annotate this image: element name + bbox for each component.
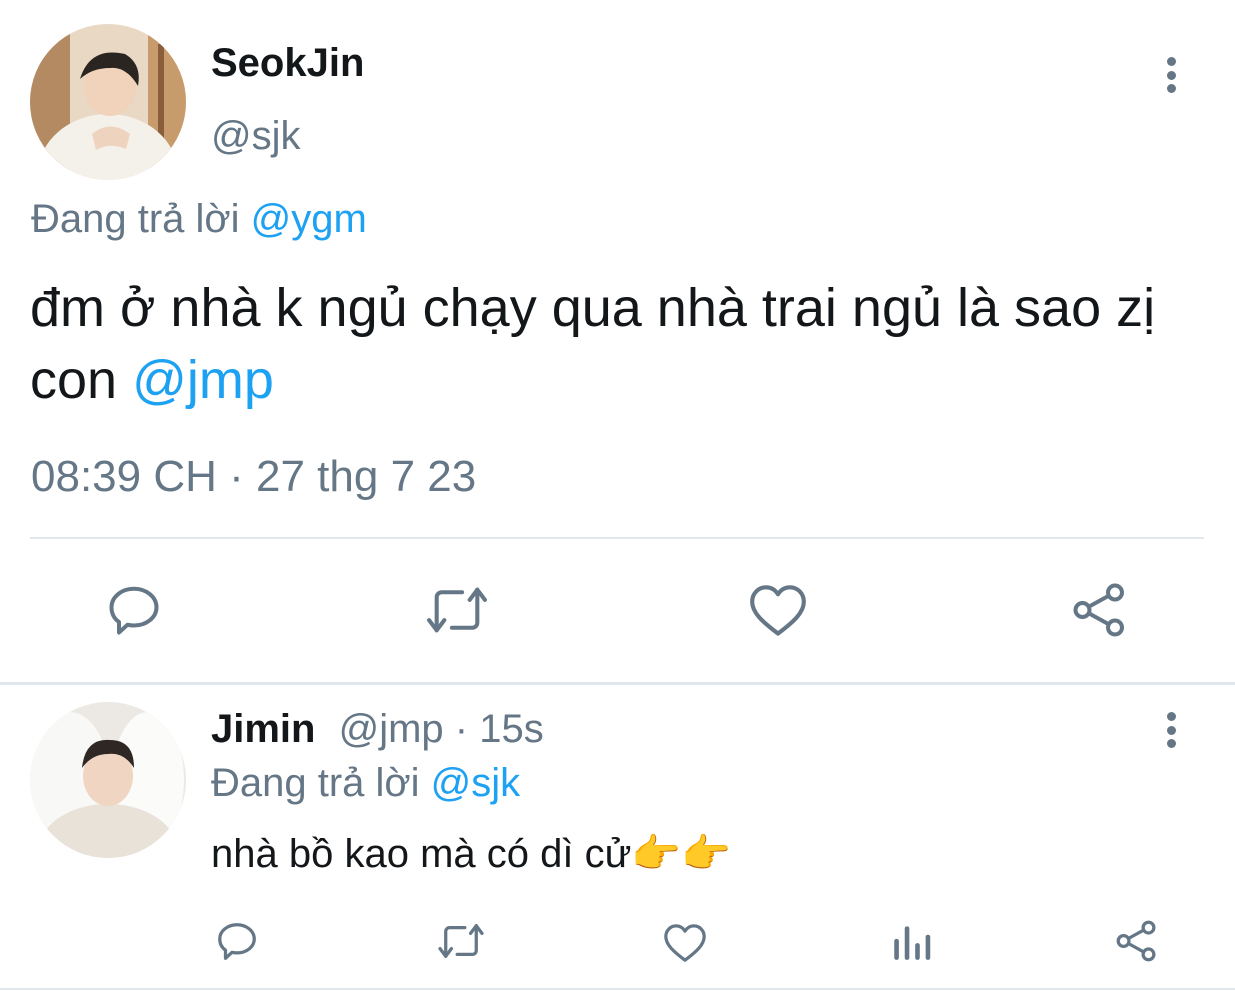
reply-context-label: Đang trả lời xyxy=(31,197,240,241)
reply-header: Jimin @jmp · 15s xyxy=(211,706,544,752)
main-tweet-text: đm ở nhà k ngủ chạy qua nhà trai ngủ là … xyxy=(30,272,1205,416)
main-more-options-icon[interactable] xyxy=(1166,57,1176,93)
reply-context: Đang trả lời @sjk xyxy=(211,760,520,806)
reply-age: 15s xyxy=(479,707,544,751)
reply-tweet-body: nhà bồ kao mà có dì cử xyxy=(211,832,632,876)
reply-icon[interactable] xyxy=(214,918,260,964)
pointing-hands-emoji: 👉👉 xyxy=(631,832,731,876)
reply-author-name[interactable]: Jimin xyxy=(211,707,315,751)
timestamp-separator: · xyxy=(229,452,244,501)
share-icon[interactable] xyxy=(1114,918,1160,964)
tweet-date: 27 thg 7 23 xyxy=(256,452,477,501)
main-tweet-timestamp: 08:39 CH · 27 thg 7 23 xyxy=(31,452,476,502)
share-icon[interactable] xyxy=(1070,580,1130,640)
main-author-handle[interactable]: @sjk xyxy=(211,113,301,159)
main-divider xyxy=(30,537,1204,539)
reply-author-handle[interactable]: @jmp xyxy=(339,707,444,751)
reply-to-mention[interactable]: @ygm xyxy=(251,197,367,241)
section-divider xyxy=(0,682,1235,685)
bottom-divider xyxy=(0,988,1235,990)
reply-tweet-text: nhà bồ kao mà có dì cử👉👉 xyxy=(211,830,731,878)
main-reply-context: Đang trả lời @ygm xyxy=(31,196,367,242)
reply-context-label: Đang trả lời xyxy=(211,761,420,805)
avatar-seokjin[interactable] xyxy=(30,24,186,180)
tweet-time: 08:39 CH xyxy=(31,452,217,501)
reply-to-mention[interactable]: @sjk xyxy=(431,761,521,805)
retweet-icon[interactable] xyxy=(424,582,490,638)
avatar-jimin[interactable] xyxy=(30,702,186,858)
like-icon[interactable] xyxy=(747,580,809,638)
like-icon[interactable] xyxy=(662,920,708,964)
main-tweet-mention[interactable]: @jmp xyxy=(132,350,274,410)
main-author-name[interactable]: SeokJin xyxy=(211,40,364,86)
retweet-icon[interactable] xyxy=(436,920,486,962)
analytics-icon[interactable] xyxy=(890,918,932,964)
reply-icon[interactable] xyxy=(104,580,164,640)
reply-more-options-icon[interactable] xyxy=(1166,712,1176,748)
reply-header-separator: · xyxy=(454,707,469,751)
